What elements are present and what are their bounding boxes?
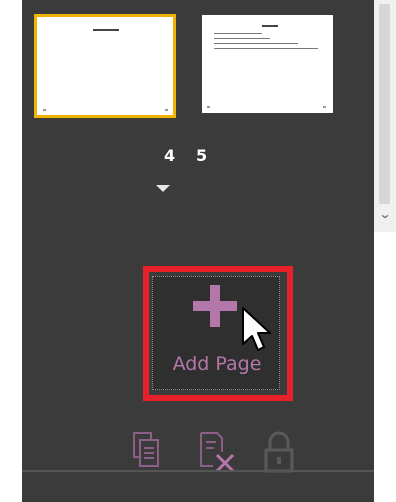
scroll-down-chevron-icon[interactable]: ⌄	[376, 207, 394, 221]
thumbnail-footer-mark	[165, 109, 168, 111]
mouse-cursor-icon	[242, 307, 271, 351]
thumbnail-text-line	[214, 33, 262, 34]
add-page-label: Add Page	[172, 353, 262, 375]
thumbnail-footer-mark	[207, 106, 210, 108]
page-number-5: 5	[196, 146, 208, 165]
thumbnail-footer-mark	[43, 109, 46, 111]
panel-bottom-divider	[22, 470, 374, 472]
scrollbar-thumb[interactable]	[379, 4, 390, 204]
delete-page-icon[interactable]	[197, 430, 237, 474]
copy-page-icon[interactable]	[131, 430, 161, 470]
vertical-scrollbar[interactable]: ⌄	[374, 0, 396, 232]
thumbnail-text-line	[214, 43, 298, 44]
page-thumbnail-5[interactable]	[202, 15, 333, 113]
plus-icon-bar	[193, 301, 237, 311]
thumbnail-footer-mark	[323, 106, 326, 108]
thumbnail-title-line	[93, 29, 119, 31]
thumbnail-text-line	[214, 38, 270, 39]
page-number-4: 4	[164, 146, 176, 165]
thumbnail-title-line	[262, 25, 278, 27]
expand-triangle-icon[interactable]	[156, 185, 170, 192]
page-thumbnail-4[interactable]	[34, 14, 176, 118]
thumbnail-text-line	[214, 48, 318, 49]
lock-icon[interactable]	[262, 430, 296, 474]
